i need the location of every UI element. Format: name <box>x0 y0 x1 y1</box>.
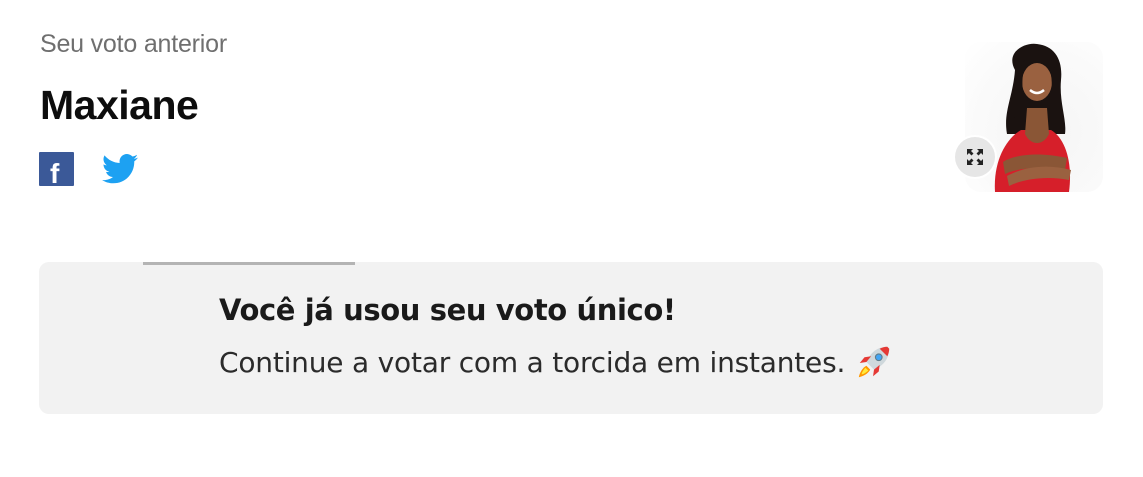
facebook-icon: f <box>50 158 60 189</box>
twitter-icon[interactable] <box>102 153 138 185</box>
facebook-share-button[interactable]: f <box>39 152 74 189</box>
expand-photo-button[interactable] <box>955 137 995 177</box>
candidate-photo[interactable] <box>955 42 1105 192</box>
rocket-icon <box>858 346 890 378</box>
notice-progress-bar <box>143 262 355 265</box>
notice-message-row: Continue a votar com a torcida em instan… <box>219 343 893 381</box>
expand-icon <box>967 149 983 165</box>
notice-title: Você já usou seu voto único! <box>219 293 676 327</box>
previous-vote-label: Seu voto anterior <box>40 30 227 58</box>
candidate-name: Maxiane <box>40 82 199 128</box>
share-row: f <box>39 152 138 189</box>
notice-message: Continue a votar com a torcida em instan… <box>219 345 846 379</box>
vote-notice: Você já usou seu voto único! Continue a … <box>39 262 1103 414</box>
